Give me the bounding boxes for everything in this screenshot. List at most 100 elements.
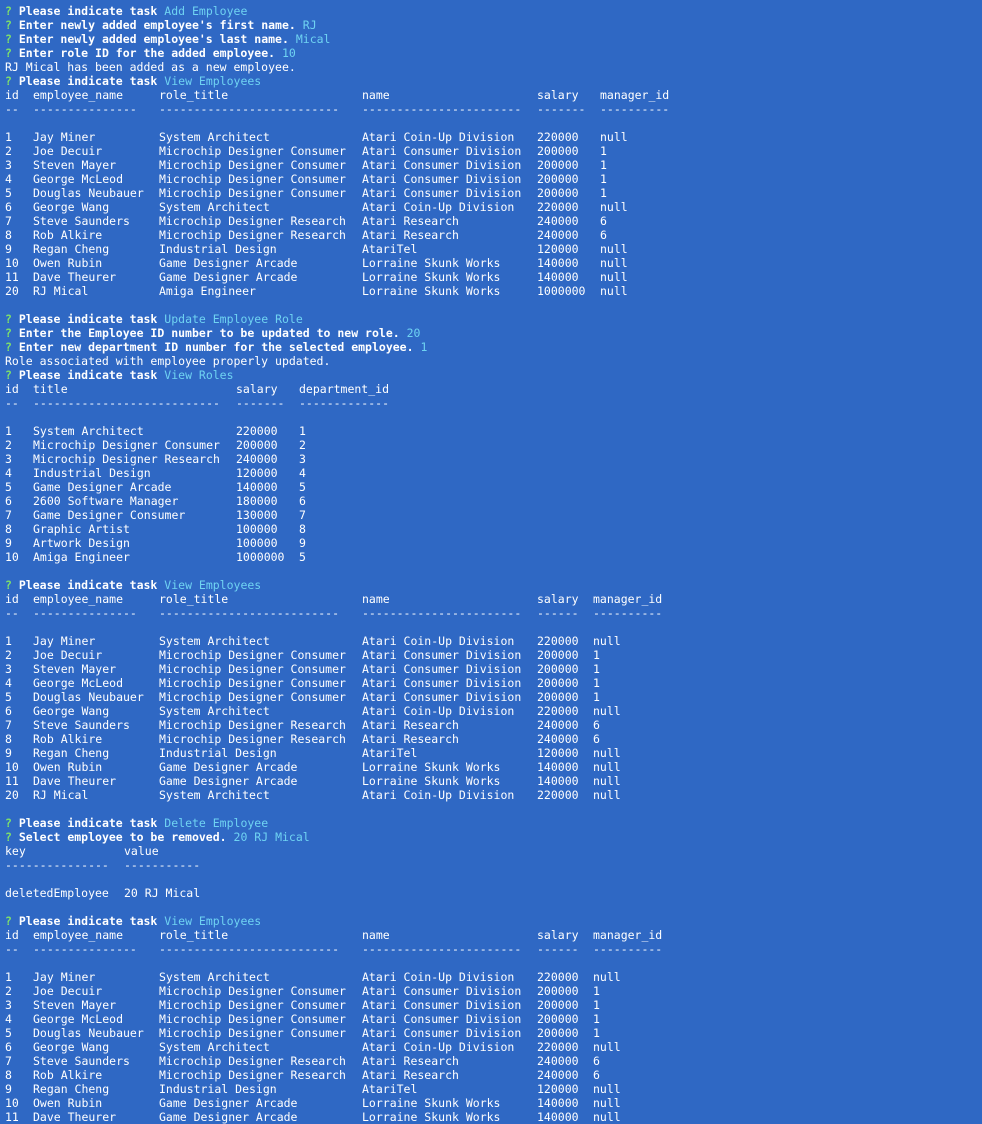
table-cell: Joe Decuir bbox=[33, 144, 103, 158]
table-cell: Lorraine Skunk Works bbox=[362, 256, 501, 270]
table-row: 11 Dave Theurer Game Designer Arcade Lorrai… bbox=[5, 1110, 982, 1124]
table-cell: Atari Consumer Division bbox=[362, 676, 522, 690]
table-cell: 6 bbox=[5, 704, 12, 718]
table-cell: 240000 bbox=[537, 214, 579, 228]
table-header: id employee_name role_title name salary manag… bbox=[5, 592, 982, 606]
prompt-answer: Update Employee Role bbox=[164, 312, 303, 326]
table-cell: 220000 bbox=[537, 130, 579, 144]
table-separator-cell: ------- bbox=[236, 396, 285, 410]
table-row: 11 Dave Theurer Game Designer Arcade Lorrai… bbox=[5, 774, 982, 788]
table-cell: Microchip Designer Consumer bbox=[159, 690, 346, 704]
table-row: 2 Joe Decuir Microchip Designer Consumer At… bbox=[5, 144, 982, 158]
table-cell: 240000 bbox=[537, 1068, 579, 1082]
table-cell: 10 bbox=[5, 1096, 19, 1110]
table-row: 20 RJ Mical System Architect Atari Coin-Up … bbox=[5, 788, 982, 802]
table-row: 6 George Wang System Architect Atari Coin-U… bbox=[5, 704, 982, 718]
prompt-question-mark: ? bbox=[5, 368, 12, 382]
table-cell: 240000 bbox=[537, 228, 579, 242]
table-cell: RJ Mical bbox=[33, 788, 89, 802]
table-cell: Microchip Designer Consumer bbox=[159, 676, 346, 690]
table-separator-cell: -------------------------- bbox=[159, 606, 340, 620]
table-row: 3 Microchip Designer Research 240000 3 bbox=[5, 452, 982, 466]
table-cell: System Architect bbox=[159, 704, 270, 718]
table-separator-cell: ----------------------- bbox=[362, 102, 522, 116]
table-cell: 200000 bbox=[537, 1026, 579, 1040]
prompt-question-mark: ? bbox=[5, 326, 12, 340]
table-cell: Microchip Designer Research bbox=[33, 452, 220, 466]
table-separator-cell: ---------- bbox=[600, 102, 670, 116]
table-row: 20 RJ Mical Amiga Engineer Lorraine Skunk W… bbox=[5, 284, 982, 298]
table-cell: 200000 bbox=[537, 648, 579, 662]
prompt-question-mark: ? bbox=[5, 74, 12, 88]
table-separator-cell: --------------- bbox=[33, 102, 137, 116]
table-cell: Game Designer Arcade bbox=[159, 1110, 298, 1124]
table-separator-cell: ------- bbox=[537, 102, 586, 116]
table-cell: Owen Rubin bbox=[33, 760, 103, 774]
console-table: key value --------------- ----------- delete… bbox=[5, 844, 982, 900]
table-cell: Atari Research bbox=[362, 718, 459, 732]
table-cell: 200000 bbox=[537, 144, 579, 158]
table-cell: Microchip Designer Consumer bbox=[159, 1012, 346, 1026]
table-cell: Atari Coin-Up Division bbox=[362, 704, 515, 718]
table-cell: 140000 bbox=[537, 760, 579, 774]
table-row: 6 2600 Software Manager 180000 6 bbox=[5, 494, 982, 508]
table-cell: Atari Research bbox=[362, 1068, 459, 1082]
table-cell: null bbox=[593, 1096, 621, 1110]
table-cell: 1 bbox=[600, 186, 607, 200]
prompt-text: Please indicate task bbox=[18, 368, 158, 382]
table-header-cell: manager_id bbox=[593, 592, 663, 606]
table-header: id title salary department_id bbox=[5, 382, 982, 396]
prompt-answer: View Employees bbox=[164, 578, 262, 592]
table-separator-cell: -- bbox=[5, 942, 19, 956]
table-cell: Industrial Design bbox=[159, 746, 277, 760]
table-cell: Dave Theurer bbox=[33, 1110, 117, 1124]
prompt-text: Please indicate task bbox=[18, 312, 158, 326]
table-row: 7 Steve Saunders Microchip Designer Resear… bbox=[5, 1054, 982, 1068]
table-header: id employee_name role_title name salary manag… bbox=[5, 928, 982, 942]
table-row: 7 Steve Saunders Microchip Designer Resear… bbox=[5, 214, 982, 228]
table-cell: 1 bbox=[5, 634, 12, 648]
prompt-question-mark: ? bbox=[5, 914, 12, 928]
table-cell: 10 bbox=[5, 256, 19, 270]
table-cell: Steven Mayer bbox=[33, 998, 117, 1012]
table-cell: 3 bbox=[5, 158, 12, 172]
table-cell: AtariTel bbox=[362, 746, 418, 760]
table-row: 9 Regan Cheng Industrial Design AtariTel 120… bbox=[5, 1082, 982, 1096]
prompt-line: ? Enter newly added employee's last name… bbox=[5, 32, 982, 46]
table-cell: Atari Consumer Division bbox=[362, 1026, 522, 1040]
table-cell: 9 bbox=[299, 536, 306, 550]
table-cell: Microchip Designer Consumer bbox=[159, 648, 346, 662]
table-header-cell: role_title bbox=[159, 928, 229, 942]
table-cell: Atari Consumer Division bbox=[362, 158, 522, 172]
table-cell: 200000 bbox=[537, 158, 579, 172]
table-cell: Steve Saunders bbox=[33, 718, 130, 732]
prompt-question-mark: ? bbox=[5, 18, 12, 32]
table-cell: George Wang bbox=[33, 704, 110, 718]
table-separator-cell: ------ bbox=[537, 606, 579, 620]
table-cell: George McLeod bbox=[33, 172, 124, 186]
prompt-text: Select employee to be removed. bbox=[18, 830, 227, 844]
table-header-cell: name bbox=[362, 592, 390, 606]
output-message: RJ Mical has been added as a new employe… bbox=[5, 60, 296, 74]
table-header-cell: role_title bbox=[159, 88, 229, 102]
table-cell: 8 bbox=[5, 1068, 12, 1082]
table-header-cell: title bbox=[33, 382, 68, 396]
table-cell: 120000 bbox=[236, 466, 278, 480]
table-separator-cell: --------------- bbox=[5, 858, 109, 872]
table-cell: Atari Research bbox=[362, 732, 459, 746]
table-cell: 200000 bbox=[537, 172, 579, 186]
table-cell: 140000 bbox=[236, 480, 278, 494]
table-cell: 9 bbox=[5, 242, 12, 256]
table-header-cell: role_title bbox=[159, 592, 229, 606]
table-cell: 200000 bbox=[537, 690, 579, 704]
table-cell: 1 bbox=[593, 676, 600, 690]
table-cell: Regan Cheng bbox=[33, 746, 110, 760]
table-header-cell: manager_id bbox=[600, 88, 670, 102]
table-cell: Atari Coin-Up Division bbox=[362, 1040, 515, 1054]
table-cell: 20 RJ Mical bbox=[124, 886, 201, 900]
prompt-text: Please indicate task bbox=[18, 578, 158, 592]
terminal-window[interactable]: ? Please indicate task Add Employee? Ent… bbox=[0, 0, 982, 1124]
table-cell: Atari Research bbox=[362, 214, 459, 228]
